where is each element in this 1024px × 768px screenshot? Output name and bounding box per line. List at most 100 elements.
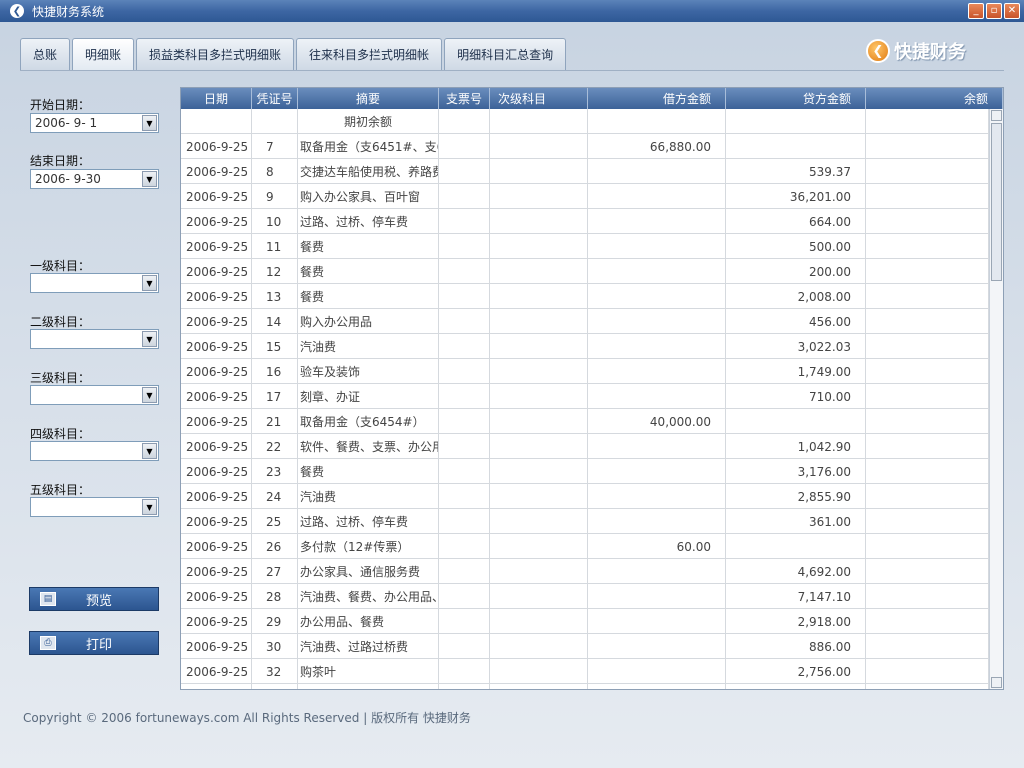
cell-credit: 2,756.00 — [726, 659, 866, 684]
table-row[interactable]: 2006-9-25 11 餐费 500.00 — [181, 234, 989, 259]
table-row[interactable]: 2006-9-25 21 取备用金（支6454#） 40,000.00 — [181, 409, 989, 434]
table-row[interactable]: 2006-9-25 28 汽油费、餐费、办公用品、 7,147.10 — [181, 584, 989, 609]
table-row[interactable]: 2006-9-25 30 汽油费、过路过桥费 886.00 — [181, 634, 989, 659]
table-row[interactable]: 2006-9-25 10 过路、过桥、停车费 664.00 — [181, 209, 989, 234]
cell-date: 2006-9-25 — [181, 359, 252, 384]
cell-sub-account — [490, 309, 588, 334]
cell-voucher: 22 — [252, 434, 298, 459]
chevron-down-icon[interactable]: ▼ — [142, 115, 157, 131]
tab-pl-multi-column[interactable]: 损益类科目多拦式明细账 — [136, 38, 295, 70]
level1-account-label: 一级科目： — [30, 259, 91, 273]
table-row[interactable]: 2006-9-25 12 餐费 200.00 — [181, 259, 989, 284]
opening-balance-row[interactable]: 期初余额 — [181, 109, 989, 134]
print-button-label: 打印 — [86, 637, 113, 653]
table-row[interactable]: 2006-9-25 24 汽油费 2,855.90 — [181, 484, 989, 509]
cell-debit: 60.00 — [588, 534, 726, 559]
tab-detail-ledger[interactable]: 明细账 — [72, 38, 135, 70]
table-row[interactable]: 2006-9-25 32 购茶叶 2,756.00 — [181, 659, 989, 684]
table-row[interactable]: 2006-9-25 14 购入办公用品 456.00 — [181, 309, 989, 334]
scrollbar-thumb[interactable] — [991, 123, 1002, 281]
column-header-balance[interactable]: 余额 — [866, 88, 1003, 109]
column-header-sub-account[interactable]: 次级科目 — [490, 88, 588, 109]
cell-date: 2006-9-25 — [181, 334, 252, 359]
table-row[interactable]: 2006-9-25 23 餐费 3,176.00 — [181, 459, 989, 484]
table-row[interactable]: 2006-9-25 9 购入办公家具、百叶窗 36,201.00 — [181, 184, 989, 209]
chevron-down-icon[interactable]: ▼ — [142, 499, 157, 515]
level4-account-select[interactable]: ▼ — [30, 441, 159, 461]
cell-date: 2006-9-25 — [181, 559, 252, 584]
level3-account-select[interactable]: ▼ — [30, 385, 159, 405]
column-header-voucher[interactable]: 凭证号 — [252, 88, 298, 109]
cell-date: 2006-9-25 — [181, 459, 252, 484]
column-header-summary[interactable]: 摘要 — [298, 88, 439, 109]
close-icon[interactable]: ✕ — [1004, 3, 1020, 19]
cell-balance — [866, 484, 989, 509]
preview-icon: ▤ — [40, 592, 56, 606]
chevron-down-icon[interactable]: ▼ — [142, 171, 157, 187]
cell-balance — [866, 509, 989, 534]
cell-sub-account — [490, 459, 588, 484]
preview-button[interactable]: ▤ 预览 — [29, 587, 159, 611]
cell-credit: 361.00 — [726, 509, 866, 534]
table-row[interactable]: 2006-9-25 7 取备用金（支6451#、支6 66,880.00 — [181, 134, 989, 159]
tab-detail-summary-query[interactable]: 明细科目汇总查询 — [444, 38, 567, 70]
start-date-select[interactable]: 2006- 9- 1 ▼ — [30, 113, 159, 133]
level5-account-label: 五级科目： — [30, 483, 91, 497]
table-row[interactable]: 2006-9-25 25 过路、过桥、停车费 361.00 — [181, 509, 989, 534]
column-header-credit[interactable]: 贷方金额 — [726, 88, 866, 109]
cell-sub-account — [490, 484, 588, 509]
print-button[interactable]: ⎙ 打印 — [29, 631, 159, 655]
table-row[interactable]: 2006-9-25 8 交捷达车船使用税、养路费 539.37 — [181, 159, 989, 184]
table-row[interactable]: 2006-9-25 17 刻章、办证 710.00 — [181, 384, 989, 409]
column-header-debit[interactable]: 借方金额 — [588, 88, 726, 109]
cell-credit: 539.37 — [726, 159, 866, 184]
cell-summary: 汽油费 — [298, 334, 439, 359]
table-cell — [439, 684, 490, 689]
level5-account-select[interactable]: ▼ — [30, 497, 159, 517]
column-header-date[interactable]: 日期 — [181, 88, 252, 109]
table-row[interactable]: 2006-9-25 16 验车及装饰 1,749.00 — [181, 359, 989, 384]
cell-balance — [866, 434, 989, 459]
table-row[interactable]: 2006-9-25 15 汽油费 3,022.03 — [181, 334, 989, 359]
cell-balance — [866, 634, 989, 659]
cell-debit — [588, 309, 726, 334]
cell-date: 2006-9-25 — [181, 234, 252, 259]
cell-balance — [866, 459, 989, 484]
cell-cheque — [439, 184, 490, 209]
cell-summary: 取备用金（支6451#、支6 — [298, 134, 439, 159]
cell-date: 2006-9-25 — [181, 509, 252, 534]
vertical-scrollbar[interactable] — [989, 109, 1003, 689]
cell-voucher: 11 — [252, 234, 298, 259]
end-date-select[interactable]: 2006- 9-30 ▼ — [30, 169, 159, 189]
table-row[interactable] — [181, 684, 989, 689]
column-header-cheque[interactable]: 支票号 — [439, 88, 490, 109]
cell-debit — [588, 609, 726, 634]
table-header: 日期 凭证号 摘要 支票号 次级科目 借方金额 贷方金额 余额 — [181, 88, 1003, 109]
table-row[interactable]: 2006-9-25 27 办公家具、通信服务费 4,692.00 — [181, 559, 989, 584]
table-cell — [298, 684, 439, 689]
tab-general-ledger[interactable]: 总账 — [20, 38, 71, 70]
chevron-down-icon[interactable]: ▼ — [142, 331, 157, 347]
scroll-up-icon[interactable] — [991, 110, 1002, 121]
minimize-icon[interactable]: _ — [968, 3, 984, 19]
cell-credit — [726, 534, 866, 559]
cell-sub-account — [490, 159, 588, 184]
maximize-icon[interactable]: ▫ — [986, 3, 1002, 19]
table-row[interactable]: 2006-9-25 29 办公用品、餐费 2,918.00 — [181, 609, 989, 634]
chevron-down-icon[interactable]: ▼ — [142, 387, 157, 403]
chevron-down-icon[interactable]: ▼ — [142, 443, 157, 459]
level1-account-select[interactable]: ▼ — [30, 273, 159, 293]
chevron-down-icon[interactable]: ▼ — [142, 275, 157, 291]
logo-text: 快捷财务 — [894, 42, 966, 63]
level2-account-select[interactable]: ▼ — [30, 329, 159, 349]
cell-credit — [726, 409, 866, 434]
table-row[interactable]: 2006-9-25 26 多付款（12#传票） 60.00 — [181, 534, 989, 559]
cell-summary: 餐费 — [298, 259, 439, 284]
table-row[interactable]: 2006-9-25 13 餐费 2,008.00 — [181, 284, 989, 309]
end-date-label: 结束日期： — [30, 154, 91, 168]
table-row[interactable]: 2006-9-25 22 软件、餐费、支票、办公用 1,042.90 — [181, 434, 989, 459]
cell-sub-account — [490, 659, 588, 684]
cell-sub-account — [490, 359, 588, 384]
tab-ar-ap-multi-column[interactable]: 往来科目多拦式明细帐 — [296, 38, 443, 70]
scroll-down-icon[interactable] — [991, 677, 1002, 688]
